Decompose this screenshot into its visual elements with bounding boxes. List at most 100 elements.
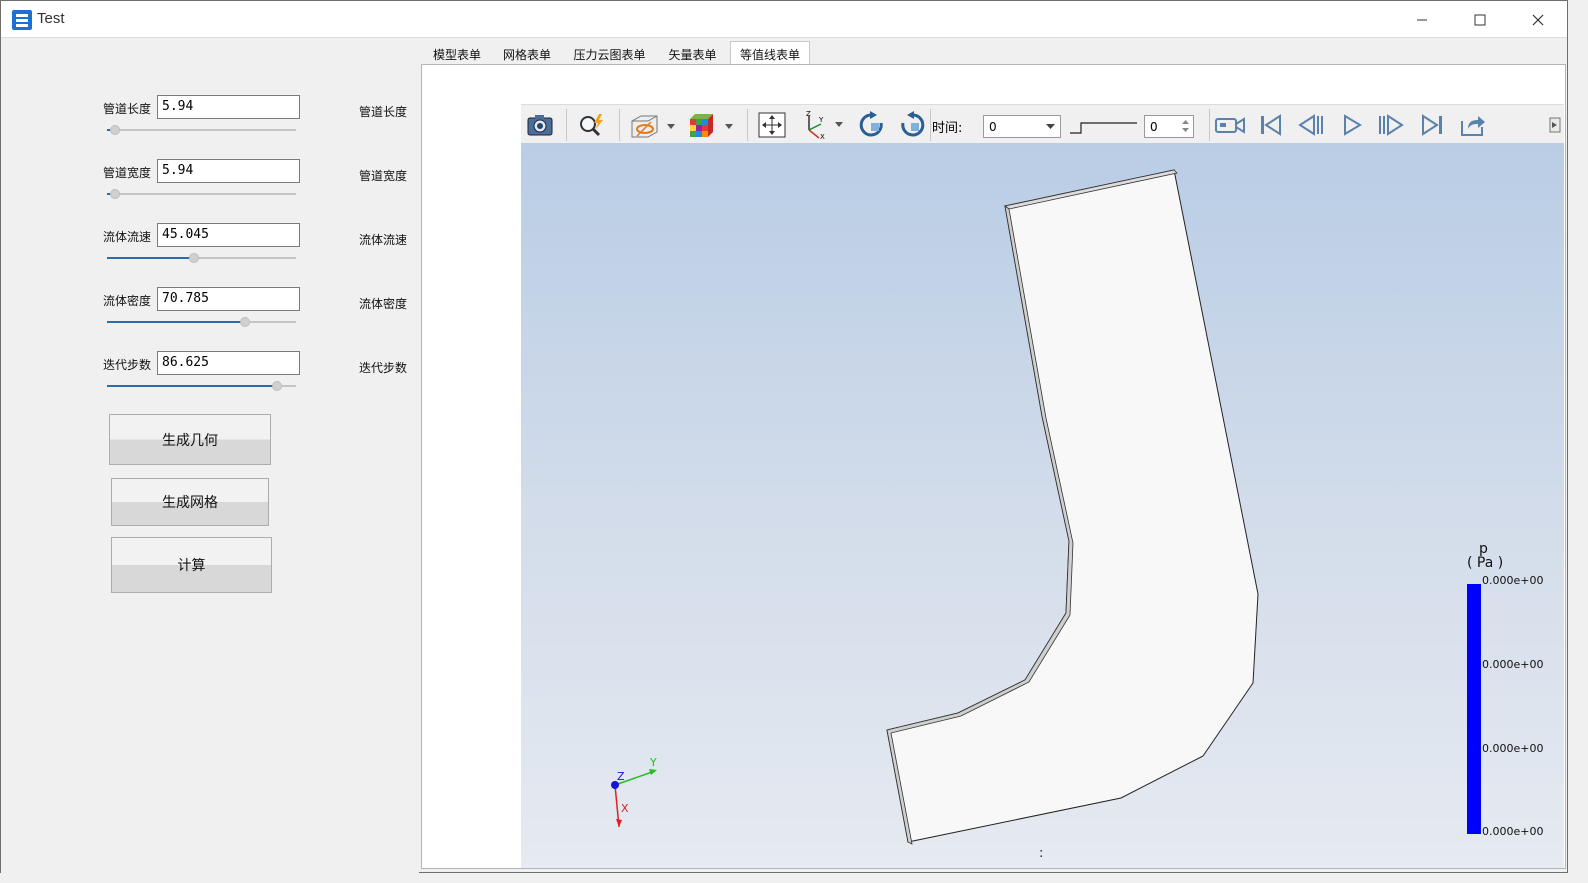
next-frame-icon: [1379, 114, 1404, 136]
spin-arrows-icon: [1182, 120, 1189, 132]
zoom-button[interactable]: [577, 110, 607, 140]
time-spinbox[interactable]: 0: [1144, 115, 1194, 138]
close-icon: [1532, 14, 1544, 25]
svg-text:Y: Y: [818, 116, 824, 124]
time-select[interactable]: 0: [983, 115, 1061, 138]
maximize-button[interactable]: [1451, 1, 1509, 38]
prev-frame-button[interactable]: [1297, 110, 1325, 140]
tab-model[interactable]: 模型表单: [422, 42, 492, 64]
export-button[interactable]: [1459, 110, 1487, 140]
legend-color-bar: [1467, 584, 1481, 834]
param-label-width: 管道宽度: [103, 166, 152, 180]
record-button[interactable]: [1213, 110, 1247, 140]
title-bar[interactable]: Test: [1, 1, 1567, 38]
width-input[interactable]: 5.94: [157, 159, 300, 183]
toolbar-separator: [1209, 109, 1210, 141]
viewer-toolbar: ZY X 时间: 0 0: [521, 104, 1564, 144]
3d-viewport[interactable]: X Y Z :: [521, 143, 1564, 868]
export-icon: [1461, 116, 1485, 136]
iterations-slider[interactable]: [107, 381, 296, 391]
z-axis-label: Z: [617, 770, 625, 783]
play-icon: [1344, 114, 1362, 136]
slider-thumb[interactable]: [189, 253, 199, 263]
slider-thumb[interactable]: [110, 189, 120, 199]
minimize-icon: [1417, 19, 1427, 20]
viewport-status-text: :: [1039, 846, 1043, 861]
color-cube-button[interactable]: [687, 110, 737, 140]
maximize-icon: [1474, 14, 1486, 25]
param-label-velocity: 流体流速: [103, 230, 152, 244]
tab-pressure[interactable]: 压力云图表单: [562, 42, 657, 64]
app-window: Test 管道长度 5.94 管道长度 管道宽度 5.94 管道宽度 流体流速 …: [0, 0, 1568, 873]
prev-frame-icon: [1298, 114, 1323, 136]
camera-button[interactable]: [525, 110, 555, 140]
last-frame-button[interactable]: [1419, 110, 1445, 140]
fit-view-button[interactable]: [757, 110, 787, 140]
fit-view-icon: [758, 112, 786, 138]
app-icon: [12, 10, 32, 30]
slider-fill: [107, 385, 277, 387]
slider-fill: [107, 321, 245, 323]
toolbar-separator: [930, 109, 931, 141]
play-button[interactable]: [1339, 110, 1365, 140]
slice-button[interactable]: [629, 110, 677, 140]
first-frame-icon: [1261, 114, 1281, 136]
camera-icon: [527, 115, 553, 136]
y-axis-label: Y: [649, 756, 657, 769]
toolbar-separator: [619, 109, 620, 141]
time-spinbox-value: 0: [1150, 120, 1158, 134]
record-icon: [1215, 117, 1245, 134]
iterations-input[interactable]: 86.625: [157, 351, 300, 375]
color-cube-icon: [690, 114, 733, 137]
slider-thumb[interactable]: [272, 381, 282, 391]
side-label-density: 流体密度: [359, 297, 408, 311]
param-label-iterations: 迭代步数: [103, 358, 152, 372]
side-label-width: 管道宽度: [359, 169, 408, 183]
x-axis-label: X: [621, 802, 629, 815]
length-input[interactable]: 5.94: [157, 95, 300, 119]
rotate-ccw-icon: [901, 111, 925, 137]
side-label-velocity: 流体流速: [359, 233, 408, 247]
param-label-density: 流体密度: [103, 294, 152, 308]
tab-vector[interactable]: 矢量表单: [657, 42, 728, 64]
tab-contour[interactable]: 等值线表单: [730, 41, 810, 65]
generate-geometry-button[interactable]: 生成几何: [109, 414, 271, 465]
side-label-iterations: 迭代步数: [359, 361, 408, 375]
first-frame-button[interactable]: [1257, 110, 1285, 140]
generate-mesh-button[interactable]: 生成网格: [111, 478, 269, 526]
density-slider[interactable]: [107, 317, 296, 327]
minimize-button[interactable]: [1393, 1, 1451, 38]
velocity-input[interactable]: 45.045: [157, 223, 300, 247]
last-frame-icon: [1422, 114, 1442, 136]
toolbar-overflow-icon[interactable]: [1549, 117, 1561, 133]
legend-label: 0.000e+00: [1482, 658, 1544, 671]
compute-button[interactable]: 计算: [111, 537, 272, 593]
time-select-value: 0: [989, 120, 997, 134]
slider-fill: [107, 257, 194, 259]
density-input[interactable]: 70.785: [157, 287, 300, 311]
chevron-down-icon: [1046, 124, 1055, 129]
svg-text:Z: Z: [806, 110, 811, 118]
length-slider[interactable]: [107, 125, 296, 135]
tab-mesh[interactable]: 网格表单: [492, 42, 562, 64]
legend-unit: ( Pa ): [1467, 555, 1504, 571]
rotate-cw-icon: [859, 111, 883, 137]
legend-label: 0.000e+00: [1482, 742, 1544, 755]
axes-button[interactable]: ZY X: [799, 110, 847, 140]
slider-thumb[interactable]: [240, 317, 250, 327]
time-step-slider[interactable]: [1069, 117, 1139, 135]
rotate-cw-button[interactable]: [856, 110, 888, 140]
axes-icon: ZY X: [806, 110, 843, 140]
next-frame-button[interactable]: [1377, 110, 1405, 140]
toolbar-separator: [566, 109, 567, 141]
legend-label: 0.000e+00: [1482, 825, 1544, 838]
velocity-slider[interactable]: [107, 253, 296, 263]
window-title: Test: [37, 10, 65, 27]
pipe-geometry: X Y Z :: [611, 169, 1259, 861]
slider-thumb[interactable]: [110, 125, 120, 135]
legend-label: 0.000e+00: [1482, 574, 1544, 587]
rotate-ccw-button[interactable]: [896, 110, 928, 140]
svg-text:X: X: [820, 133, 825, 140]
width-slider[interactable]: [107, 189, 296, 199]
close-button[interactable]: [1509, 1, 1567, 38]
